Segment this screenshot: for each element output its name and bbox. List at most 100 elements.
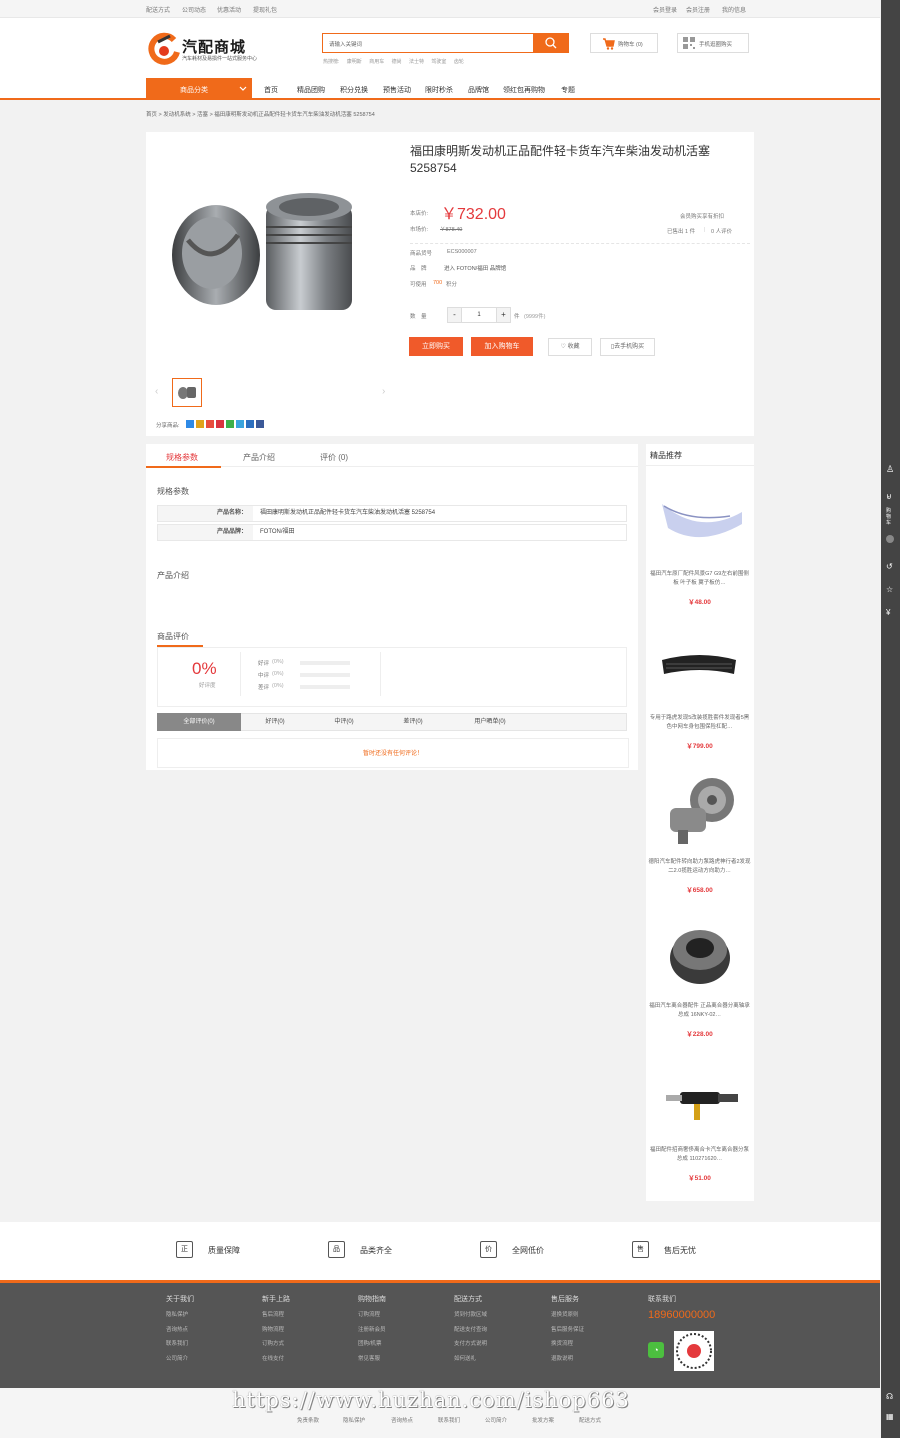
review-filter-neutral[interactable]: 中评(0)	[309, 713, 379, 731]
service-icon[interactable]: ☊	[886, 1392, 893, 1401]
footer-link[interactable]: 常见客服	[358, 1354, 380, 1362]
hotword[interactable]: 法士特	[409, 59, 424, 65]
member-discount-link[interactable]: 会员购买享有折扣	[680, 212, 724, 220]
breadcrumb[interactable]: 首页 > 发动机系统 > 活塞 > 福田康明斯发动机正品配件轻卡货车汽车柴油发动…	[146, 110, 375, 118]
recommend-item-name[interactable]: 福田汽车原厂配件风景G7 G9左右前围侧板 叶子板 翼子板仿…	[648, 570, 751, 588]
mobile-buy-button[interactable]: ▯去手机购买	[600, 338, 655, 356]
footer-link[interactable]: 联系我们	[166, 1339, 188, 1347]
topbar-link-news[interactable]: 公司动态	[182, 5, 206, 14]
hotword[interactable]: 驾驶室	[431, 59, 446, 65]
history-icon[interactable]: ↺	[886, 562, 893, 571]
category-menu-button[interactable]: 商品分类	[146, 78, 252, 100]
footer-link[interactable]: 换货流程	[551, 1339, 573, 1347]
footer-link[interactable]: 售后服务保证	[551, 1325, 584, 1333]
product-main-image[interactable]	[168, 185, 368, 325]
topbar-link-promo[interactable]: 优惠活动	[217, 5, 241, 14]
review-filter-bad[interactable]: 差评(0)	[379, 713, 447, 731]
add-to-cart-button[interactable]: 加入购物车	[471, 337, 533, 356]
my-info-link[interactable]: 我的信息	[722, 5, 746, 14]
tab-specs[interactable]: 规格参数	[166, 452, 198, 463]
hotword[interactable]: 康明斯	[347, 59, 362, 65]
brand-link[interactable]: 进入 FOTON/福田 品牌馆	[444, 264, 506, 272]
sidebar-cart-label[interactable]: 购物车	[886, 508, 894, 526]
footer-link[interactable]: 退换货原则	[551, 1310, 579, 1318]
hotword[interactable]: 德尚	[392, 59, 402, 65]
register-link[interactable]: 会员注册	[686, 5, 710, 14]
recommend-item-image[interactable]	[650, 1052, 750, 1142]
nav-item-home[interactable]: 首页	[264, 85, 278, 95]
nav-item-brands[interactable]: 品牌馆	[468, 85, 489, 95]
tab-intro[interactable]: 产品介绍	[243, 452, 275, 463]
topbar-link-delivery[interactable]: 配送方式	[146, 5, 170, 14]
footer-link[interactable]: 隐私保护	[166, 1310, 188, 1318]
cart-button[interactable]: 购物车 (0)	[590, 33, 658, 53]
search-button[interactable]	[533, 33, 569, 53]
nav-item-topics[interactable]: 专题	[561, 85, 575, 95]
hotword[interactable]: 商用车	[369, 59, 384, 65]
mobile-shop-button[interactable]: 手机逛圈购买	[677, 33, 749, 53]
wechat-icon[interactable]: ◔	[648, 1342, 664, 1358]
sold-count: 已售出 1 件	[667, 229, 696, 235]
search-input[interactable]: 请输入关键词	[322, 33, 534, 53]
recommend-item-name[interactable]: 福田汽车离合器配件 正品离合器分离轴承总成 16NKY-02…	[648, 1002, 751, 1020]
footer-link[interactable]: 支付方式说明	[454, 1339, 487, 1347]
footer-link[interactable]: 购物流程	[262, 1325, 284, 1333]
sidebar-cart-icon[interactable]: ⊌	[886, 492, 892, 501]
recommend-item-image[interactable]	[650, 764, 750, 854]
share-icons[interactable]	[186, 420, 278, 428]
product-thumbnail[interactable]	[172, 378, 202, 407]
thumb-prev-icon[interactable]: ‹	[155, 386, 158, 397]
no-reviews-message: 暂时还没有任何评论！	[157, 738, 629, 768]
recommend-item-name[interactable]: 福田配件招商奢侈离合卡汽车离合器分泵总成 110271620…	[648, 1146, 751, 1164]
topbar-link-gift[interactable]: 提现礼包	[253, 5, 277, 14]
recommend-item-image[interactable]	[650, 476, 750, 566]
footer-link[interactable]: 订购方式	[262, 1339, 284, 1347]
bottom-link[interactable]: 批发方案	[532, 1416, 554, 1424]
star-icon[interactable]: ☆	[886, 585, 893, 594]
nav-item-groupbuy[interactable]: 精品团购	[297, 85, 325, 95]
bottom-link[interactable]: 隐私保护	[343, 1416, 365, 1424]
logo[interactable]	[148, 32, 182, 66]
increase-button[interactable]: +	[496, 308, 510, 322]
coupon-icon[interactable]: ¥	[886, 608, 890, 617]
login-link[interactable]: 会员登录	[653, 5, 677, 14]
review-count[interactable]: 0 人评价	[711, 227, 732, 235]
qr-icon[interactable]: ▦	[886, 1412, 894, 1421]
recommend-item-name[interactable]: 专用于路虎发现5改装揽胜套件发现者5黑色中网车身包围保险杠配…	[648, 714, 751, 732]
footer-link[interactable]: 售后流程	[262, 1310, 284, 1318]
favorite-button[interactable]: ♡ 收藏	[548, 338, 592, 356]
bottom-link[interactable]: 配送方式	[579, 1416, 601, 1424]
nav-item-flashsale[interactable]: 限时秒杀	[425, 85, 453, 95]
user-icon[interactable]: ♙	[886, 464, 894, 475]
review-filter-photos[interactable]: 用户晒单(0)	[447, 713, 533, 731]
bottom-link[interactable]: 咨询热点	[391, 1416, 413, 1424]
footer-link[interactable]: 订购流程	[358, 1310, 380, 1318]
footer-link[interactable]: 公司简介	[166, 1354, 188, 1362]
recommend-item-image[interactable]	[650, 908, 750, 998]
recommend-item-image[interactable]	[650, 620, 750, 710]
footer-link[interactable]: 货到付款区域	[454, 1310, 487, 1318]
buy-now-button[interactable]: 立即购买	[409, 337, 463, 356]
bottom-link[interactable]: 联系我们	[438, 1416, 460, 1424]
footer-link[interactable]: 配送支付查询	[454, 1325, 487, 1333]
footer-link[interactable]: 注册新会员	[358, 1325, 386, 1333]
cart-label: 购物车 (0)	[618, 42, 643, 48]
footer-link[interactable]: 如何送礼	[454, 1354, 476, 1362]
bottom-link[interactable]: 免责条款	[297, 1416, 319, 1424]
footer-link[interactable]: 在线支付	[262, 1354, 284, 1362]
nav-item-presale[interactable]: 预售活动	[383, 85, 411, 95]
thumb-next-icon[interactable]: ›	[382, 386, 385, 397]
decrease-button[interactable]: -	[448, 308, 462, 322]
footer-link[interactable]: 退款说明	[551, 1354, 573, 1362]
quantity-input[interactable]: 1	[462, 308, 496, 322]
bottom-link[interactable]: 公司简介	[485, 1416, 507, 1424]
tab-reviews[interactable]: 评价 (0)	[320, 452, 348, 463]
nav-item-exchange[interactable]: 积分兑换	[340, 85, 368, 95]
recommend-item-name[interactable]: 德阳汽车配件转向助力泵路虎神行者2发现二2.0揽胜运动方向助力…	[648, 858, 751, 876]
footer-link[interactable]: 团购/机票	[358, 1339, 382, 1347]
review-filter-all[interactable]: 全部评价(0)	[157, 713, 241, 731]
hotword[interactable]: 齿轮	[454, 59, 464, 65]
nav-item-redpacket[interactable]: 领红包再购物	[503, 85, 545, 95]
footer-link[interactable]: 咨询热点	[166, 1325, 188, 1333]
review-filter-good[interactable]: 好评(0)	[241, 713, 309, 731]
